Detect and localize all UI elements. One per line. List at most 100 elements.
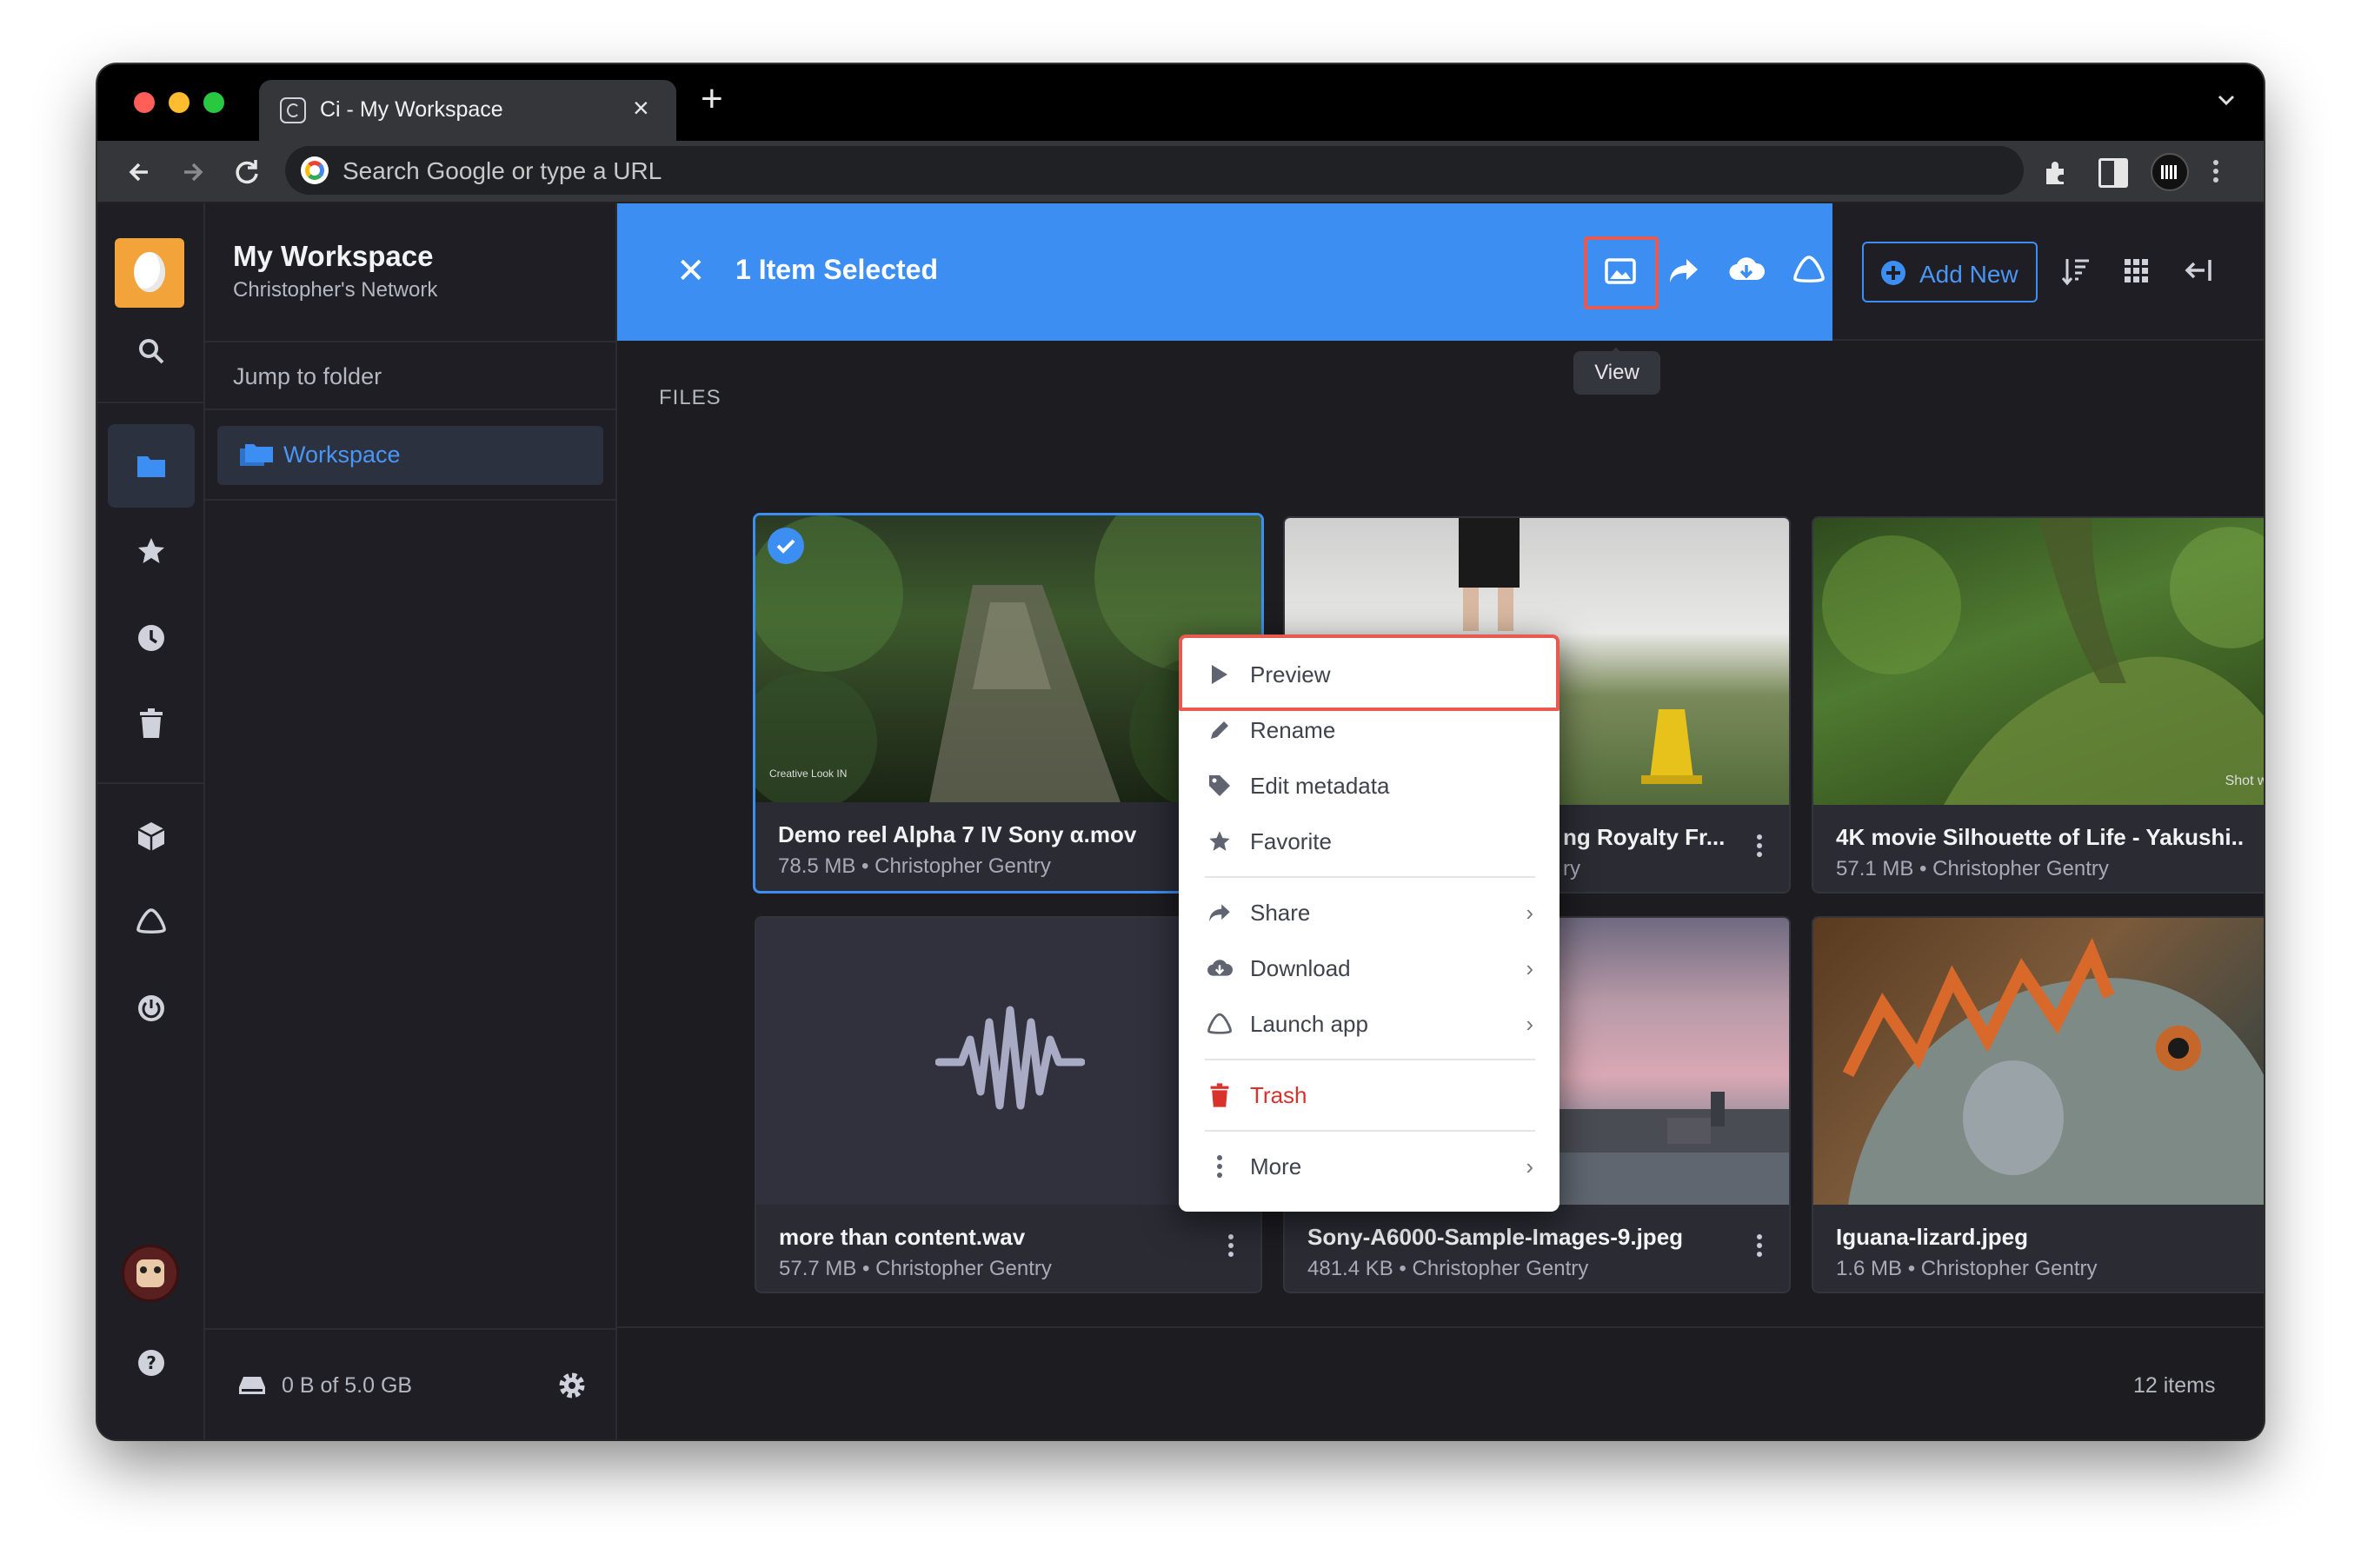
file-meta: 78.5 MB • Christopher Gentry xyxy=(778,854,1051,878)
star-icon xyxy=(1207,828,1233,854)
card-more-icon[interactable] xyxy=(1227,1231,1234,1266)
view-image-icon[interactable] xyxy=(1605,257,1636,285)
collapse-panel-icon[interactable] xyxy=(2184,257,2213,283)
chevron-right-icon: › xyxy=(1526,1153,1533,1179)
card-more-icon[interactable] xyxy=(1756,831,1763,866)
menu-item-edit-metadata[interactable]: Edit metadata xyxy=(1179,758,1560,814)
reload-button[interactable] xyxy=(229,155,264,189)
launch-app-icon[interactable] xyxy=(134,904,169,939)
sort-icon[interactable] xyxy=(2060,256,2092,287)
thumb-overlay-text: Shot with α7 xyxy=(2225,774,2264,788)
menu-item-favorite[interactable]: Favorite xyxy=(1179,814,1560,869)
chevron-right-icon: › xyxy=(1526,954,1533,981)
file-title: Sony-A6000-Sample-Images-9.jpeg xyxy=(1307,1224,1684,1250)
menu-item-trash[interactable]: Trash xyxy=(1179,1067,1560,1123)
play-icon xyxy=(1207,661,1233,688)
workspace-sidebar: My Workspace Christopher's Network Jump … xyxy=(205,203,617,1439)
audio-waveform-icon xyxy=(934,1005,1086,1120)
app-logo[interactable] xyxy=(115,238,184,308)
share-icon xyxy=(1207,900,1233,926)
storage-drive-icon xyxy=(238,1375,266,1396)
settings-gear-icon[interactable] xyxy=(558,1372,586,1399)
omnibox[interactable]: Search Google or type a URL xyxy=(285,146,2024,195)
google-icon xyxy=(301,156,329,184)
folder-icon[interactable] xyxy=(134,448,169,483)
folders-icon xyxy=(238,442,275,469)
extensions-icon[interactable] xyxy=(2041,158,2071,188)
menu-item-more[interactable]: More › xyxy=(1179,1139,1560,1194)
menu-item-rename[interactable]: Rename xyxy=(1179,702,1560,758)
menu-item-launch-app[interactable]: Launch app › xyxy=(1179,996,1560,1052)
close-tab-icon[interactable]: × xyxy=(633,92,649,124)
close-window-button[interactable] xyxy=(134,92,155,113)
nav-rail: ? xyxy=(97,203,205,1439)
menu-item-preview[interactable]: Preview xyxy=(1179,647,1560,702)
add-new-button[interactable]: Add New xyxy=(1862,242,2038,302)
cloud-download-icon[interactable] xyxy=(1728,254,1766,285)
svg-text:?: ? xyxy=(146,1352,156,1373)
view-tooltip: View xyxy=(1573,351,1660,395)
grid-view-icon[interactable] xyxy=(2123,257,2151,285)
trash-icon[interactable] xyxy=(134,706,169,741)
context-menu: Preview Rename Edit metadata Favorite Sh… xyxy=(1179,635,1560,1212)
user-avatar[interactable] xyxy=(122,1245,179,1302)
view-toolbar: Add New xyxy=(1832,203,2264,341)
recent-clock-icon[interactable] xyxy=(134,621,169,655)
browser-tab[interactable]: Ci - My Workspace × xyxy=(259,80,676,141)
help-icon[interactable]: ? xyxy=(134,1345,169,1380)
power-icon[interactable] xyxy=(134,991,169,1026)
launch-app-icon xyxy=(1207,1011,1233,1037)
favicon-icon xyxy=(280,97,306,123)
clear-selection-icon[interactable]: ✕ xyxy=(676,252,706,290)
profile-avatar-icon[interactable] xyxy=(2151,153,2189,191)
tag-icon xyxy=(1207,773,1233,799)
new-tab-button[interactable]: + xyxy=(701,78,723,120)
launch-app-icon[interactable] xyxy=(1792,254,1826,285)
file-meta: 57.1 MB • Christopher Gentry xyxy=(1836,857,2109,880)
file-title: Iguana-lizard.jpeg xyxy=(1836,1224,2029,1250)
file-meta: 481.4 KB • Christopher Gentry xyxy=(1307,1257,1589,1280)
maximize-window-button[interactable] xyxy=(203,92,224,113)
file-title: 4K movie Silhouette of Life - Yakushi... xyxy=(1836,824,2245,850)
search-icon[interactable] xyxy=(134,334,169,369)
file-meta: 57.7 MB • Christopher Gentry xyxy=(779,1257,1052,1280)
share-icon[interactable] xyxy=(1667,256,1700,285)
card-more-icon[interactable] xyxy=(1756,1231,1763,1266)
selection-bar: ✕ 1 Item Selected xyxy=(617,203,1872,341)
checkmark-icon[interactable] xyxy=(768,528,804,564)
cube-icon[interactable] xyxy=(134,819,169,854)
jump-to-folder-input[interactable]: Jump to folder xyxy=(233,363,382,390)
browser-window: Ci - My Workspace × + Search Google or t… xyxy=(97,64,2264,1439)
star-icon[interactable] xyxy=(134,534,169,568)
trash-icon xyxy=(1207,1082,1233,1108)
video-thumbnail: 4K Shot with α7 xyxy=(1813,518,2264,805)
workspace-title[interactable]: My Workspace xyxy=(233,240,433,273)
back-button[interactable] xyxy=(122,155,156,189)
toolbar: Search Google or type a URL xyxy=(97,141,2264,203)
menu-item-share[interactable]: Share › xyxy=(1179,885,1560,940)
chrome-menu-icon[interactable] xyxy=(2211,156,2220,186)
folder-item-workspace[interactable]: Workspace xyxy=(217,426,603,485)
file-title: Demo reel Alpha 7 IV Sony α.mov xyxy=(778,821,1137,847)
cloud-download-icon xyxy=(1207,955,1233,981)
item-count: 12 items xyxy=(2133,1373,2216,1398)
menu-item-download[interactable]: Download › xyxy=(1179,940,1560,996)
folder-label: Workspace xyxy=(283,442,401,468)
file-card[interactable]: Iguana-lizard.jpeg 1.6 MB • Christopher … xyxy=(1812,916,2264,1293)
collapse-rail-icon[interactable] xyxy=(134,1432,169,1439)
network-name: Christopher's Network xyxy=(233,278,438,302)
file-card[interactable]: 4K Shot with α7 4K movie Silhouette of L… xyxy=(1812,516,2264,894)
tab-strip: Ci - My Workspace × + xyxy=(97,64,2264,141)
side-panel-icon[interactable] xyxy=(2098,158,2128,188)
image-thumbnail xyxy=(1813,918,2264,1205)
files-section-label: FILES xyxy=(659,386,722,409)
selection-count: 1 Item Selected xyxy=(735,254,938,285)
minimize-window-button[interactable] xyxy=(169,92,190,113)
pencil-icon xyxy=(1207,717,1233,743)
tab-search-chevron-icon[interactable] xyxy=(2215,89,2238,111)
plus-circle-icon xyxy=(1881,261,1905,285)
chevron-right-icon: › xyxy=(1526,1010,1533,1037)
forward-button[interactable] xyxy=(176,155,210,189)
thumb-overlay-text: Creative Look IN xyxy=(769,767,848,780)
chevron-right-icon: › xyxy=(1526,899,1533,926)
